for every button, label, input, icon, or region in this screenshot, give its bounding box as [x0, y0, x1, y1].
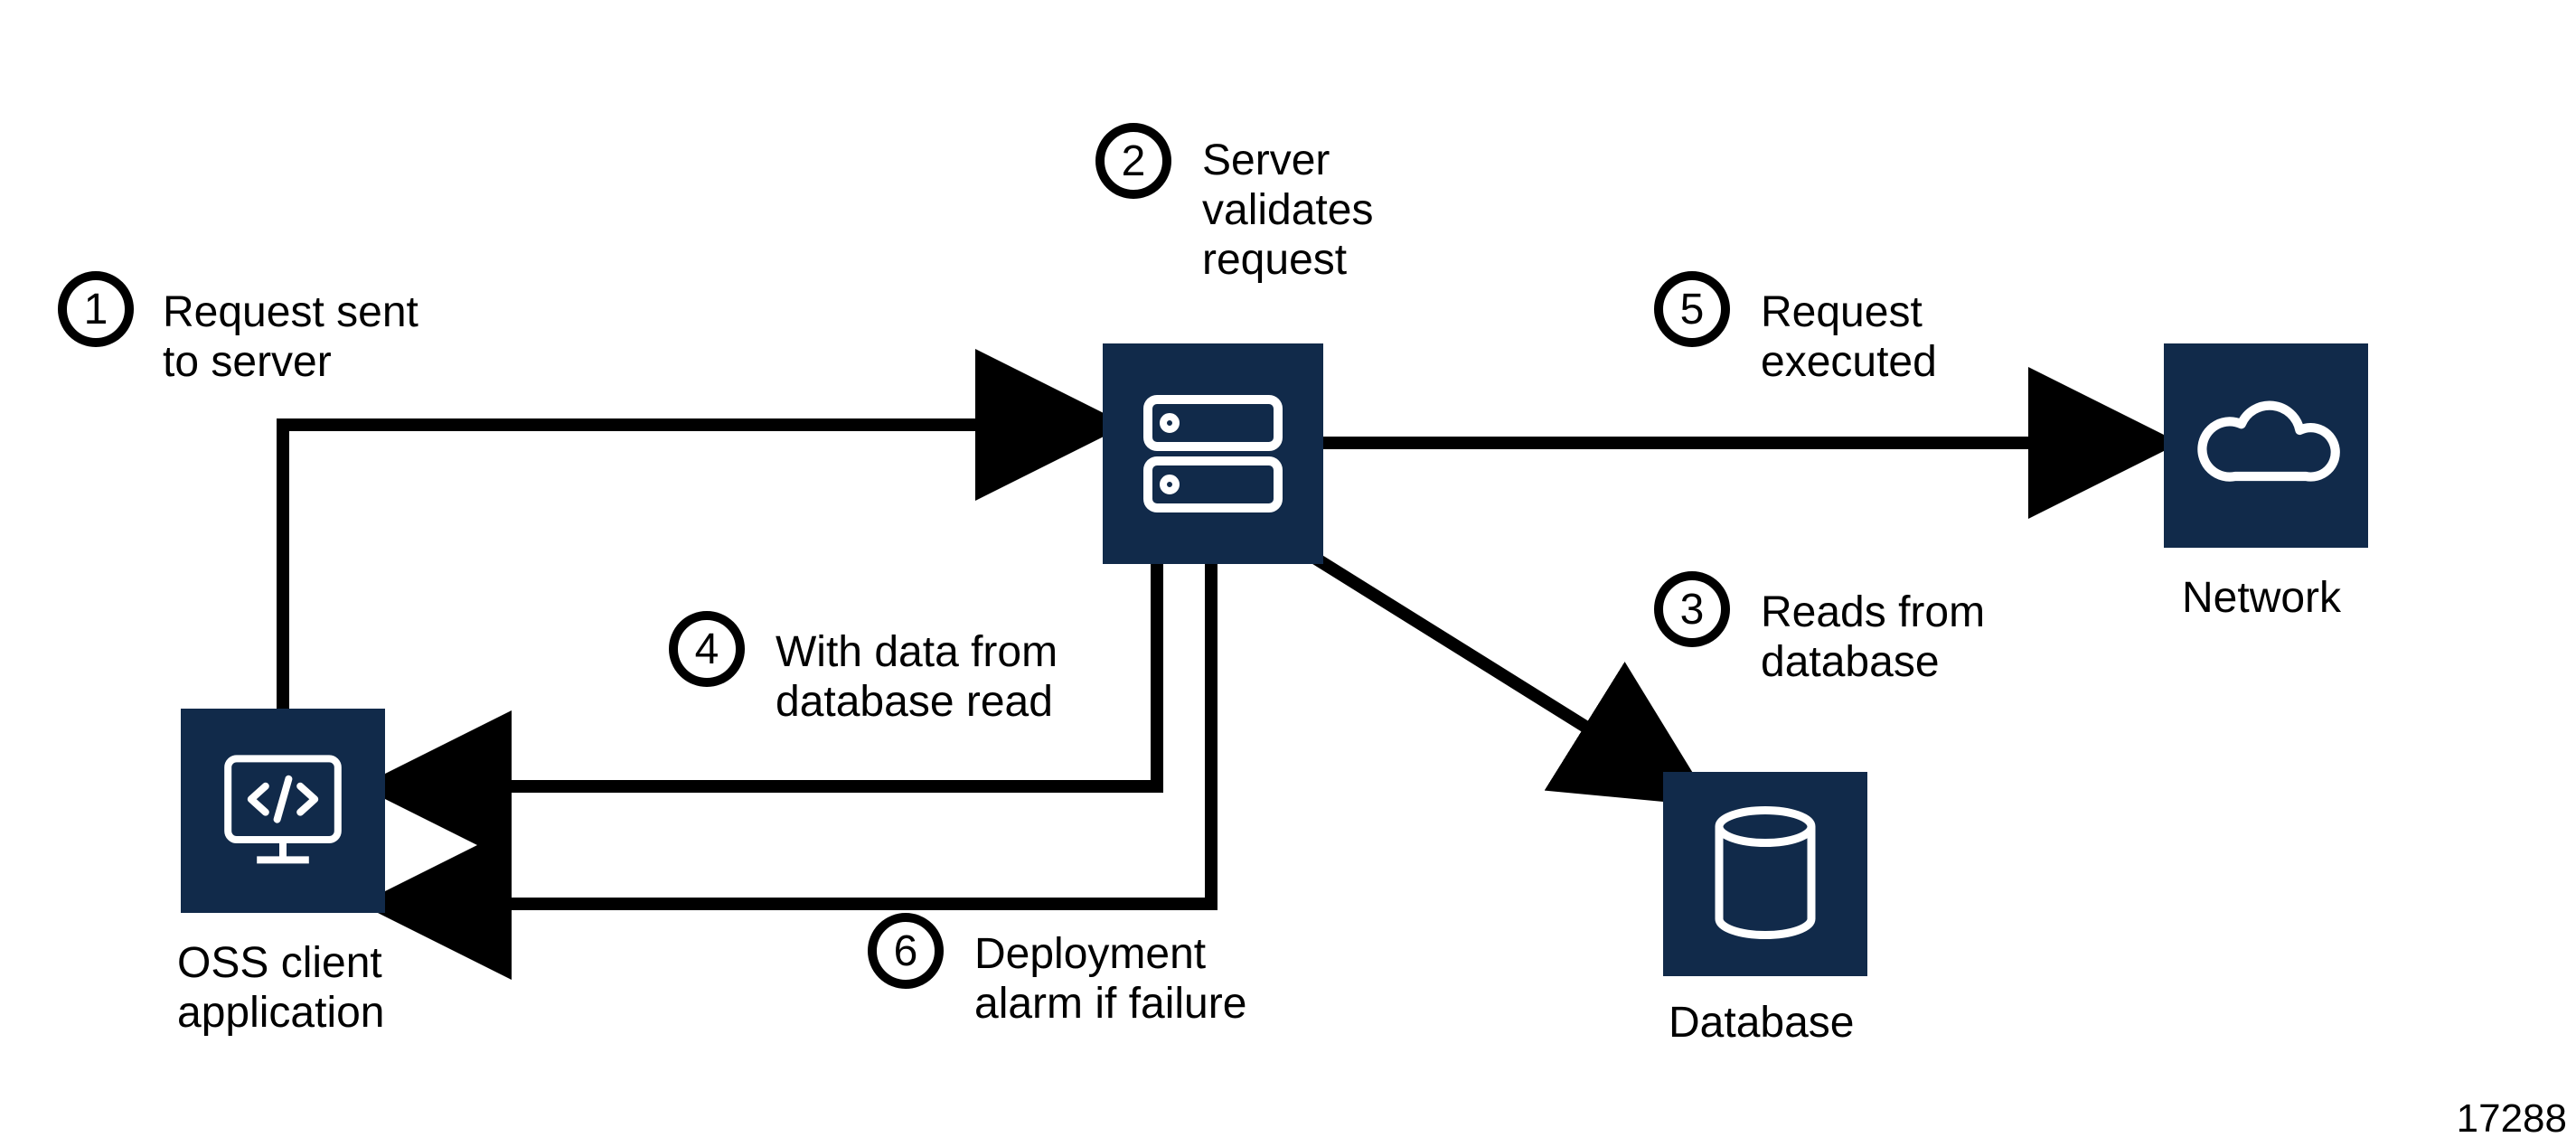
step-text-1: Request sent to server — [163, 287, 418, 387]
diagram-canvas: OSS client application Database Network … — [0, 0, 2576, 1147]
node-network — [2164, 343, 2368, 548]
step-badge-6: 6 — [868, 913, 944, 989]
step-badge-1: 1 — [58, 271, 134, 347]
node-client-label: OSS client application — [177, 938, 385, 1038]
step-badge-4: 4 — [669, 611, 745, 687]
database-icon — [1697, 797, 1833, 951]
step-badge-3: 3 — [1654, 571, 1730, 647]
step-text-6: Deployment alarm if failure — [974, 929, 1246, 1029]
server-icon — [1123, 363, 1303, 544]
node-client — [181, 709, 385, 913]
node-network-label: Network — [2182, 573, 2341, 623]
code-monitor-icon — [211, 738, 355, 883]
node-server — [1103, 343, 1323, 564]
step-badge-2: 2 — [1095, 123, 1171, 199]
arrow-step-3 — [1297, 547, 1681, 786]
step-text-5: Request executed — [1761, 287, 1937, 387]
document-id: 17288 — [2457, 1096, 2567, 1142]
node-database — [1663, 772, 1867, 976]
step-text-3: Reads from database — [1761, 588, 1985, 687]
cloud-icon — [2189, 378, 2343, 513]
node-database-label: Database — [1669, 998, 1854, 1048]
step-text-2: Server validates request — [1202, 136, 1373, 286]
step-badge-5: 5 — [1654, 271, 1730, 347]
arrow-step-6 — [398, 560, 1211, 904]
step-text-4: With data from database read — [776, 627, 1058, 727]
